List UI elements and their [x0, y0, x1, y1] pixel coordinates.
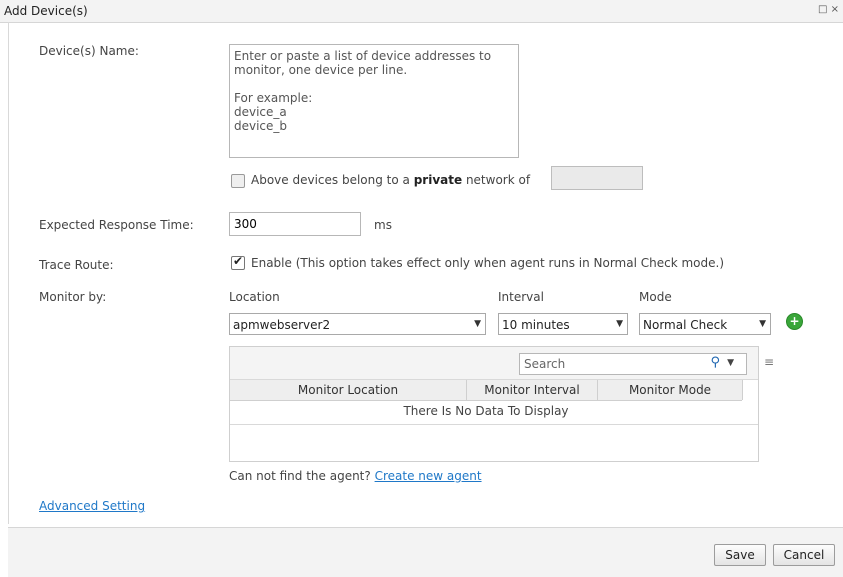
- interval-value: 10 minutes: [502, 318, 570, 332]
- response-time-label: Expected Response Time:: [39, 218, 194, 232]
- trace-route-label: Trace Route:: [39, 258, 114, 272]
- dialog-title: Add Device(s): [4, 4, 88, 18]
- save-button[interactable]: Save: [714, 544, 766, 566]
- interval-label: Interval: [498, 290, 544, 304]
- private-network-checkbox[interactable]: [231, 174, 245, 188]
- grid-search-box[interactable]: Search ⚲ ▼: [519, 353, 747, 375]
- chevron-down-icon[interactable]: ▼: [727, 358, 734, 368]
- column-header-location[interactable]: Monitor Location: [230, 383, 466, 397]
- response-time-unit: ms: [374, 218, 392, 232]
- mode-value: Normal Check: [643, 318, 728, 332]
- column-menu-icon[interactable]: ≡: [764, 355, 774, 369]
- mode-label: Mode: [639, 290, 672, 304]
- response-time-input[interactable]: [229, 212, 361, 236]
- trace-route-text: Enable (This option takes effect only wh…: [251, 256, 724, 270]
- location-select[interactable]: apmwebserver2 ▼: [229, 313, 486, 335]
- private-network-label: Above devices belong to a private networ…: [251, 173, 531, 187]
- create-agent-link[interactable]: Create new agent: [375, 469, 482, 483]
- add-monitor-button[interactable]: +: [786, 313, 803, 330]
- window-controls[interactable]: □ ×: [818, 4, 839, 15]
- column-header-mode[interactable]: Monitor Mode: [598, 383, 742, 397]
- private-network-input[interactable]: [551, 166, 643, 190]
- magnifier-icon[interactable]: ⚲: [710, 355, 720, 370]
- chevron-down-icon: ▼: [616, 319, 623, 329]
- location-value: apmwebserver2: [233, 318, 331, 332]
- monitor-by-label: Monitor by:: [39, 290, 107, 304]
- grid-empty-message: There Is No Data To Display: [403, 404, 569, 418]
- advanced-setting-link[interactable]: Advanced Setting: [39, 499, 145, 513]
- trace-route-checkbox[interactable]: [231, 254, 245, 270]
- chevron-down-icon: ▼: [474, 319, 481, 329]
- chevron-down-icon: ▼: [759, 319, 766, 329]
- grid-header: Monitor Location Monitor Interval Monito…: [230, 380, 743, 401]
- agent-hint: Can not find the agent? Create new agent: [229, 469, 482, 483]
- cancel-button[interactable]: Cancel: [773, 544, 835, 566]
- title-bar: Add Device(s) □ ×: [0, 0, 843, 23]
- monitor-grid: Search ⚲ ▼ ≡ Monitor Location Monitor In…: [229, 346, 774, 462]
- add-circle-icon: +: [789, 314, 800, 328]
- mode-select[interactable]: Normal Check ▼: [639, 313, 771, 335]
- grid-divider: [230, 424, 758, 425]
- interval-select[interactable]: 10 minutes ▼: [498, 313, 628, 335]
- grid-toolbar: Search ⚲ ▼ ≡: [230, 347, 774, 380]
- location-label: Location: [229, 290, 280, 304]
- search-input[interactable]: Search: [524, 357, 565, 371]
- column-header-interval[interactable]: Monitor Interval: [467, 383, 597, 397]
- device-name-label: Device(s) Name:: [39, 44, 139, 58]
- column-divider: [742, 380, 743, 400]
- device-names-input[interactable]: [229, 44, 519, 158]
- agent-hint-text: Can not find the agent?: [229, 469, 375, 483]
